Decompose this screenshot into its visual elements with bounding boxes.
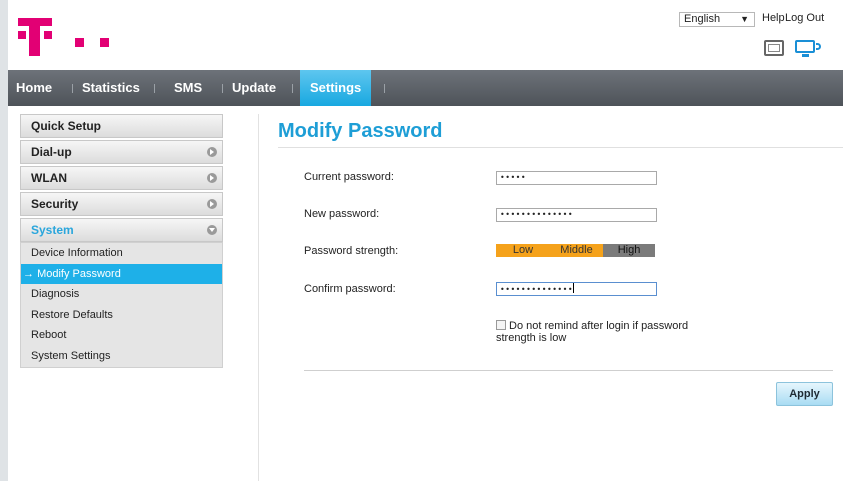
- remind-checkbox[interactable]: [496, 320, 506, 330]
- sidebar-item-system[interactable]: System: [20, 218, 223, 242]
- content-divider: [258, 114, 259, 481]
- logo-t-left-square: [18, 31, 26, 39]
- logo-dot: [75, 38, 84, 47]
- expand-arrow-icon: [207, 173, 217, 183]
- sidebar-item-label: Dial-up: [31, 145, 72, 159]
- new-password-input[interactable]: ••••••••••••••: [496, 208, 657, 222]
- sidebar-item-label: System: [31, 223, 74, 237]
- sidebar-item-quick-setup[interactable]: Quick Setup: [20, 114, 223, 138]
- nav-update[interactable]: Update: [232, 70, 276, 106]
- logo-t-stem: [29, 18, 40, 56]
- submenu-item-modify-password[interactable]: → Modify Password: [21, 263, 222, 285]
- monitor-screen: [795, 40, 815, 53]
- submenu-item-diagnosis[interactable]: Diagnosis: [21, 284, 222, 305]
- help-link[interactable]: Help: [762, 12, 785, 24]
- nav-statistics[interactable]: Statistics: [82, 70, 140, 106]
- new-password-label: New password:: [304, 208, 380, 220]
- submenu-item-system-settings[interactable]: System Settings: [21, 346, 222, 367]
- outer-margin: [0, 0, 8, 481]
- telekom-t-logo[interactable]: [18, 18, 128, 58]
- language-value: English: [684, 13, 721, 25]
- sidebar: Quick Setup Dial-up WLAN Security System…: [20, 114, 223, 368]
- arrow-right-icon: →: [23, 267, 34, 280]
- submenu-item-restore-defaults[interactable]: Restore Defaults: [21, 305, 222, 326]
- confirm-password-label: Confirm password:: [304, 283, 396, 295]
- submenu-item-label: Modify Password: [37, 267, 121, 280]
- confirm-password-input[interactable]: ••••••••••••••: [496, 282, 657, 296]
- window-icon-inner: [768, 44, 780, 52]
- expand-arrow-icon: [207, 147, 217, 157]
- confirm-password-value: ••••••••••••••: [500, 285, 574, 294]
- monitor-wifi-icon[interactable]: [795, 40, 823, 58]
- wifi-wave: [816, 43, 821, 50]
- sidebar-item-wlan[interactable]: WLAN: [20, 166, 223, 190]
- title-underline: [278, 147, 843, 148]
- submenu-item-label: Diagnosis: [31, 288, 80, 301]
- system-submenu: Device Information → Modify Password Dia…: [20, 242, 223, 368]
- page-title: Modify Password: [278, 120, 443, 142]
- nav-separator: [222, 84, 223, 93]
- strength-middle: Middle: [550, 244, 603, 257]
- logout-link[interactable]: Log Out: [785, 12, 824, 24]
- submenu-item-device-information[interactable]: Device Information: [21, 243, 222, 264]
- main-nav: Home Statistics SMS Update Settings: [8, 70, 843, 106]
- logo-dot: [100, 38, 109, 47]
- current-password-label: Current password:: [304, 171, 394, 183]
- password-strength-label: Password strength:: [304, 245, 399, 257]
- submenu-item-label: Reboot: [31, 329, 67, 342]
- sidebar-item-label: Quick Setup: [31, 119, 102, 133]
- form-divider: [304, 370, 833, 371]
- apply-button[interactable]: Apply: [776, 382, 833, 406]
- language-select[interactable]: English ▼: [679, 12, 755, 27]
- nav-separator: [154, 84, 155, 93]
- page: English ▼ Help Log Out Home Statistics S…: [0, 0, 843, 481]
- remind-checkbox-label: Do not remind after login if password st…: [496, 320, 689, 344]
- collapse-arrow-icon: [207, 225, 217, 235]
- nav-home[interactable]: Home: [16, 70, 52, 106]
- strength-high: High: [603, 244, 655, 257]
- text-cursor: [573, 283, 575, 293]
- header: [8, 0, 843, 70]
- logo-t-right-square: [44, 31, 52, 39]
- current-password-input[interactable]: •••••: [496, 171, 657, 185]
- submenu-item-label: System Settings: [31, 349, 111, 362]
- window-icon[interactable]: [764, 40, 784, 56]
- nav-separator: [384, 84, 385, 93]
- sidebar-item-dial-up[interactable]: Dial-up: [20, 140, 223, 164]
- expand-arrow-icon: [207, 199, 217, 209]
- remind-option: Do not remind after login if password st…: [496, 320, 696, 344]
- sidebar-item-label: WLAN: [31, 171, 67, 185]
- chevron-down-icon: ▼: [740, 14, 749, 24]
- submenu-item-reboot[interactable]: Reboot: [21, 325, 222, 346]
- nav-separator: [292, 84, 293, 93]
- sidebar-item-label: Security: [31, 197, 79, 211]
- submenu-item-label: Restore Defaults: [31, 308, 113, 321]
- nav-sms[interactable]: SMS: [174, 70, 202, 106]
- sidebar-item-security[interactable]: Security: [20, 192, 223, 216]
- monitor-base: [802, 54, 809, 57]
- nav-separator: [72, 84, 73, 93]
- submenu-item-label: Device Information: [31, 247, 123, 259]
- strength-low: Low: [496, 244, 550, 257]
- nav-settings[interactable]: Settings: [300, 70, 372, 106]
